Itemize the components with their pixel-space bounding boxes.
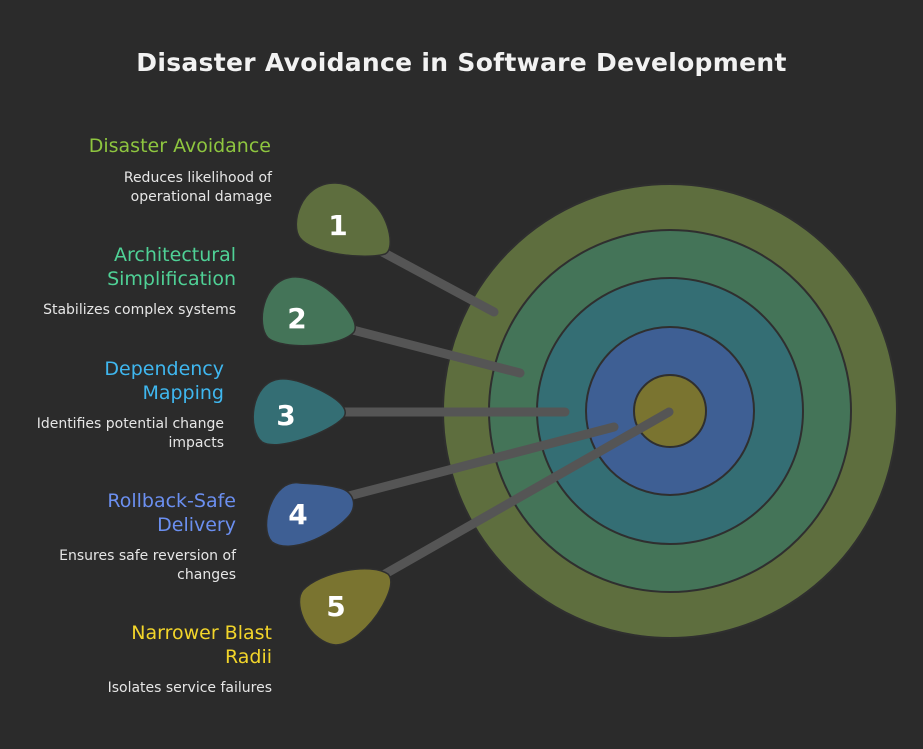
dart-shaft-1 — [370, 243, 499, 317]
dart-head-2 — [261, 276, 356, 347]
dart-number-4: 4 — [288, 498, 307, 531]
item-desc-architectural-simplification: Stabilizes complex systems — [43, 302, 236, 318]
item-desc-narrower-blast-radii: Isolates service failures — [107, 680, 272, 696]
item-title-dependency-mapping: Dependency Mapping — [104, 358, 224, 404]
dart-head-4 — [265, 482, 355, 547]
item-title-disaster-avoidance: Disaster Avoidance — [88, 135, 271, 157]
item-title-narrower-blast-radii: Narrower Blast Radii — [131, 622, 272, 668]
page-title: Disaster Avoidance in Software Developme… — [136, 48, 787, 77]
dart-number-1: 1 — [328, 209, 347, 242]
item-desc-dependency-mapping: Identifies potential change impacts — [36, 416, 224, 451]
item-title-architectural-simplification: Architectural Simplification — [107, 244, 236, 290]
dart-number-3: 3 — [276, 399, 295, 432]
dart-head-3 — [252, 378, 346, 446]
dart-number-5: 5 — [326, 590, 345, 623]
item-desc-rollback-safe-delivery: Ensures safe reversion of changes — [59, 548, 236, 583]
dart-number-2: 2 — [287, 302, 306, 335]
diagram-stage: 1 2 3 4 5 Disaster Avoidance in Software… — [0, 0, 923, 745]
item-desc-disaster-avoidance: Reduces likelihood of operational damage — [123, 170, 272, 205]
item-title-rollback-safe-delivery: Rollback-Safe Delivery — [107, 490, 236, 536]
